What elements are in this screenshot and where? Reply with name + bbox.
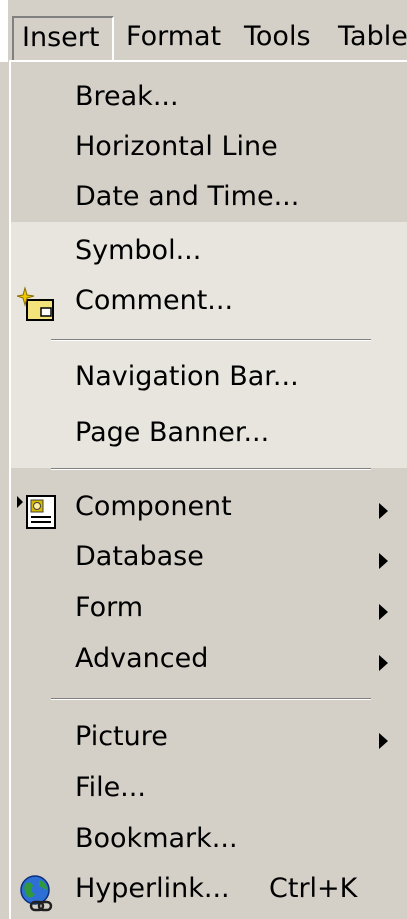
- submenu-arrow-icon: [379, 604, 388, 620]
- menu-item-label: Advanced: [75, 643, 209, 674]
- menu-item-label: Hyperlink...: [75, 873, 230, 904]
- submenu-arrow-icon: [379, 733, 388, 749]
- menu-bar: Insert Format Tools Table: [0, 0, 407, 62]
- menu-item-break[interactable]: Break...: [11, 76, 407, 124]
- menu-bar-edge: [0, 0, 8, 62]
- menu-separator: [51, 698, 371, 700]
- menu-item-label: File...: [75, 772, 146, 803]
- insert-menu: Break... Horizontal Line Date and Time..…: [9, 60, 407, 919]
- menu-item-form[interactable]: Form: [11, 587, 407, 635]
- menu-item-hyperlink[interactable]: Hyperlink... Ctrl+K: [11, 868, 407, 916]
- menu-separator: [51, 339, 371, 341]
- menu-item-page-banner[interactable]: Page Banner...: [11, 412, 407, 460]
- menu-item-label: Horizontal Line: [75, 131, 278, 162]
- menu-item-comment[interactable]: Comment...: [11, 280, 407, 328]
- menu-item-symbol[interactable]: Symbol...: [11, 230, 407, 278]
- menu-item-label: Component: [75, 491, 232, 522]
- menu-item-shortcut: Ctrl+K: [269, 873, 358, 904]
- menu-item-label: Symbol...: [75, 235, 202, 266]
- menu-tools[interactable]: Tools: [244, 16, 311, 60]
- menu-item-label: Page Banner...: [75, 417, 270, 448]
- menu-item-label: Date and Time...: [75, 181, 300, 212]
- menu-item-file[interactable]: File...: [11, 767, 407, 815]
- menu-table[interactable]: Table: [338, 16, 407, 60]
- menu-insert[interactable]: Insert: [12, 16, 114, 60]
- menu-format[interactable]: Format: [126, 16, 221, 60]
- menu-item-picture[interactable]: Picture: [11, 716, 407, 764]
- menu-item-label: Break...: [75, 81, 179, 112]
- menu-item-label: Database: [75, 541, 204, 572]
- submenu-arrow-icon: [379, 503, 388, 519]
- menu-item-label: Picture: [75, 721, 168, 752]
- menu-item-date-and-time[interactable]: Date and Time...: [11, 176, 407, 224]
- menu-item-horizontal-line[interactable]: Horizontal Line: [11, 126, 407, 174]
- menu-item-bookmark[interactable]: Bookmark...: [11, 818, 407, 866]
- menu-item-database[interactable]: Database: [11, 536, 407, 584]
- hyperlink-globe-icon: [20, 875, 53, 912]
- menu-item-navigation-bar[interactable]: Navigation Bar...: [11, 356, 407, 404]
- menu-item-advanced[interactable]: Advanced: [11, 638, 407, 686]
- comment-icon: [17, 286, 54, 321]
- menu-separator: [51, 468, 371, 470]
- submenu-arrow-icon: [379, 655, 388, 671]
- menu-item-label: Comment...: [75, 285, 234, 316]
- submenu-arrow-icon: [379, 553, 388, 569]
- menu-item-label: Bookmark...: [75, 823, 238, 854]
- component-icon: [17, 495, 56, 529]
- menu-item-label: Navigation Bar...: [75, 361, 299, 392]
- menu-item-label: Form: [75, 592, 144, 623]
- menu-item-component[interactable]: Component: [11, 486, 407, 534]
